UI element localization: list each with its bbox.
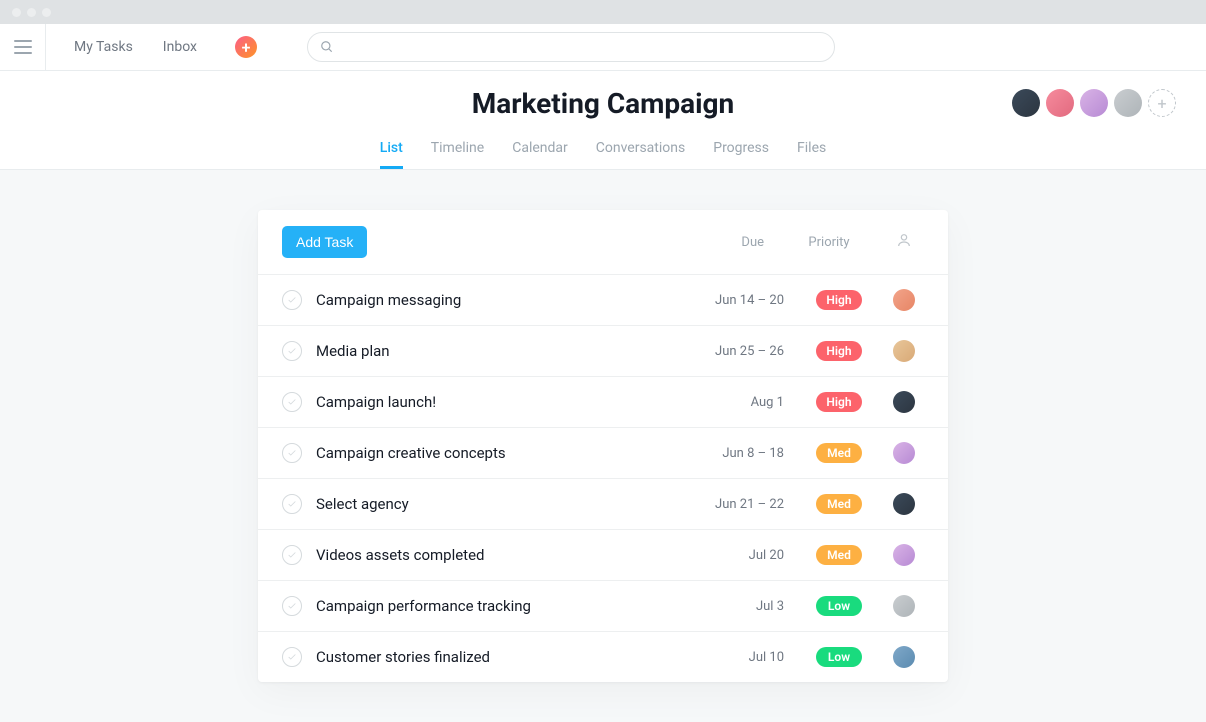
plus-icon: +: [242, 38, 251, 57]
task-name[interactable]: Campaign creative concepts: [316, 444, 674, 462]
hamburger-icon: [14, 40, 32, 54]
task-due: Aug 1: [674, 395, 784, 410]
search-bar[interactable]: [307, 32, 835, 62]
view-tabs: List Timeline Calendar Conversations Progres…: [0, 140, 1206, 169]
member-avatar[interactable]: [1080, 89, 1108, 117]
task-due: Jul 3: [674, 599, 784, 614]
add-member-button[interactable]: +: [1148, 89, 1176, 117]
check-icon: [287, 499, 297, 509]
task-due: Jul 20: [674, 548, 784, 563]
column-header-assignee: [884, 232, 924, 252]
member-avatar[interactable]: [1046, 89, 1074, 117]
priority-badge: Med: [816, 494, 862, 514]
complete-checkbox[interactable]: [282, 494, 302, 514]
task-row[interactable]: Media planJun 25 – 26 High: [258, 326, 948, 377]
complete-checkbox[interactable]: [282, 290, 302, 310]
chrome-dot: [12, 8, 21, 17]
task-due: Jun 8 – 18: [674, 446, 784, 461]
task-name[interactable]: Select agency: [316, 495, 674, 513]
member-avatar[interactable]: [1012, 89, 1040, 117]
column-header-due: Due: [654, 235, 764, 250]
tab-progress[interactable]: Progress: [713, 140, 769, 169]
project-members: +: [1012, 89, 1176, 117]
nav-links: My Tasks Inbox: [74, 39, 197, 55]
task-name[interactable]: Campaign messaging: [316, 291, 674, 309]
task-row[interactable]: Campaign creative conceptsJun 8 – 18 Med: [258, 428, 948, 479]
task-row[interactable]: Campaign performance trackingJul 3 Low: [258, 581, 948, 632]
task-name[interactable]: Campaign launch!: [316, 393, 674, 411]
task-row[interactable]: Campaign messagingJun 14 – 20 High: [258, 275, 948, 326]
priority-badge: Low: [816, 596, 862, 616]
add-task-button[interactable]: Add Task: [282, 226, 367, 258]
chrome-dot: [27, 8, 36, 17]
project-header: Marketing Campaign + ListTimelineCalenda…: [0, 71, 1206, 170]
priority-badge: Med: [816, 545, 862, 565]
global-add-button[interactable]: +: [235, 36, 257, 58]
search-input[interactable]: [342, 40, 822, 55]
priority-badge: Med: [816, 443, 862, 463]
complete-checkbox[interactable]: [282, 545, 302, 565]
tab-list[interactable]: List: [380, 140, 403, 169]
nav-inbox[interactable]: Inbox: [163, 39, 197, 55]
assignee-avatar[interactable]: [893, 289, 915, 311]
chrome-dot: [42, 8, 51, 17]
check-icon: [287, 448, 297, 458]
check-icon: [287, 601, 297, 611]
tab-conversations[interactable]: Conversations: [596, 140, 685, 169]
task-row[interactable]: Customer stories finalizedJul 10 Low: [258, 632, 948, 682]
task-name[interactable]: Campaign performance tracking: [316, 597, 674, 615]
priority-badge: Low: [816, 647, 862, 667]
complete-checkbox[interactable]: [282, 647, 302, 667]
check-icon: [287, 550, 297, 560]
column-header-priority: Priority: [784, 235, 874, 250]
task-row[interactable]: Campaign launch!Aug 1 High: [258, 377, 948, 428]
task-list-card: Add Task Due Priority Campaign messaging…: [258, 210, 948, 682]
task-name[interactable]: Videos assets completed: [316, 546, 674, 564]
task-due: Jun 21 – 22: [674, 497, 784, 512]
task-name[interactable]: Customer stories finalized: [316, 648, 674, 666]
assignee-avatar[interactable]: [893, 646, 915, 668]
assignee-avatar[interactable]: [893, 340, 915, 362]
menu-button[interactable]: [0, 24, 46, 71]
complete-checkbox[interactable]: [282, 443, 302, 463]
window-chrome: [0, 0, 1206, 24]
priority-badge: High: [816, 290, 862, 310]
complete-checkbox[interactable]: [282, 392, 302, 412]
check-icon: [287, 295, 297, 305]
member-avatar[interactable]: [1114, 89, 1142, 117]
task-row[interactable]: Videos assets completedJul 20 Med: [258, 530, 948, 581]
task-due: Jun 25 – 26: [674, 344, 784, 359]
priority-badge: High: [816, 392, 862, 412]
check-icon: [287, 397, 297, 407]
assignee-avatar[interactable]: [893, 493, 915, 515]
list-header: Add Task Due Priority: [258, 210, 948, 275]
task-row[interactable]: Select agencyJun 21 – 22 Med: [258, 479, 948, 530]
tab-files[interactable]: Files: [797, 140, 826, 169]
plus-icon: +: [1157, 94, 1166, 113]
complete-checkbox[interactable]: [282, 596, 302, 616]
assignee-avatar[interactable]: [893, 544, 915, 566]
tab-timeline[interactable]: Timeline: [431, 140, 484, 169]
topbar: My Tasks Inbox +: [0, 24, 1206, 71]
complete-checkbox[interactable]: [282, 341, 302, 361]
person-icon: [896, 232, 912, 248]
task-due: Jul 10: [674, 650, 784, 665]
task-due: Jun 14 – 20: [674, 293, 784, 308]
priority-badge: High: [816, 341, 862, 361]
tab-calendar[interactable]: Calendar: [512, 140, 568, 169]
task-name[interactable]: Media plan: [316, 342, 674, 360]
check-icon: [287, 652, 297, 662]
nav-my-tasks[interactable]: My Tasks: [74, 39, 133, 55]
search-icon: [320, 40, 334, 54]
assignee-avatar[interactable]: [893, 595, 915, 617]
assignee-avatar[interactable]: [893, 391, 915, 413]
check-icon: [287, 346, 297, 356]
assignee-avatar[interactable]: [893, 442, 915, 464]
